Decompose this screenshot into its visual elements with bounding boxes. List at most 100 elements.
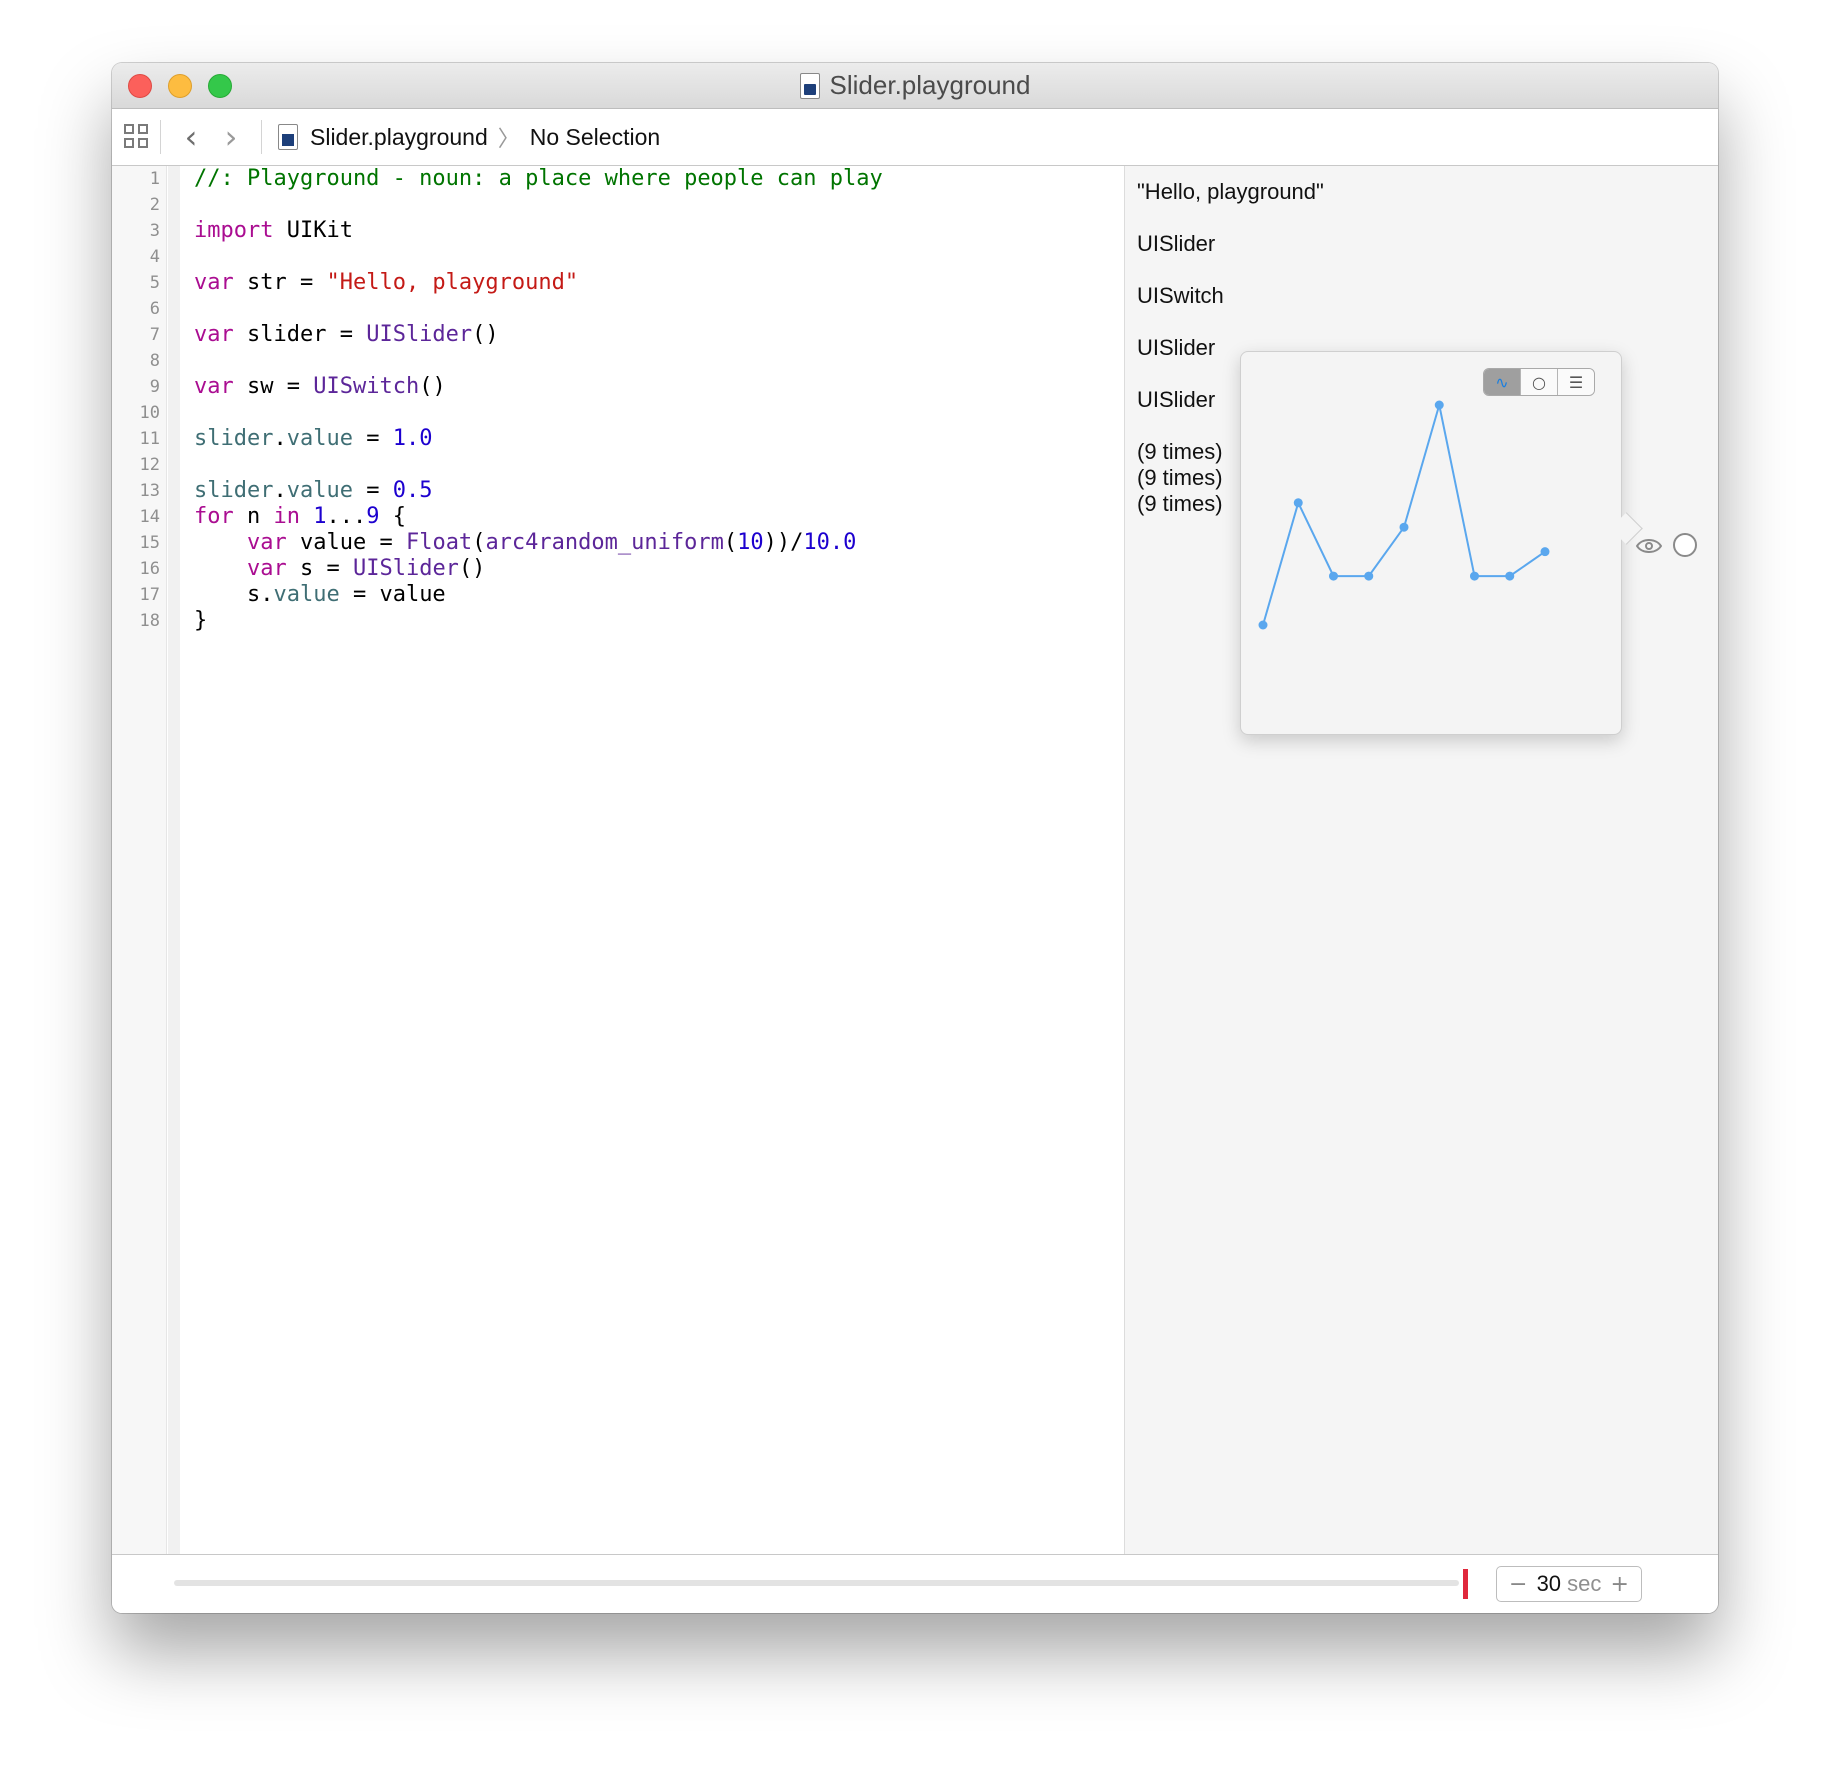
result-line-13[interactable]: UISlider (1137, 387, 1215, 413)
decrease-duration-button[interactable]: − (1509, 1572, 1527, 1597)
code-token: 1.0 (392, 426, 433, 451)
playground-file-icon (278, 124, 298, 150)
code-line[interactable]: //: Playground - noun: a place where peo… (194, 166, 1124, 192)
code-token: //: Playground - noun: a place where peo… (194, 166, 883, 191)
code-token: () (419, 374, 446, 399)
line-number: 13 (139, 481, 160, 501)
back-chevron-icon[interactable]: ‹ (171, 121, 211, 153)
code-token: 10.0 (803, 530, 857, 555)
code-token: . (273, 478, 287, 503)
divider (261, 120, 262, 154)
data-point[interactable] (1329, 571, 1338, 581)
code-token: = (352, 478, 393, 503)
data-point[interactable] (1540, 547, 1550, 557)
line-number: 15 (139, 533, 160, 553)
result-line-15[interactable]: (9 times) (1137, 439, 1223, 465)
result-line-5[interactable]: "Hello, playground" (1137, 179, 1324, 205)
code-token: ( (472, 530, 486, 555)
code-line[interactable]: var slider = UISlider() (194, 322, 1124, 348)
data-point[interactable] (1293, 498, 1303, 508)
duration-unit: sec (1567, 1571, 1602, 1596)
value-history-popover: ∿ ○ ☰ (1240, 351, 1622, 735)
code-token: var (194, 270, 234, 295)
result-line-16[interactable]: (9 times) (1137, 465, 1223, 491)
code-token: ( (723, 530, 738, 555)
related-items-grid-icon[interactable] (124, 124, 150, 150)
data-point[interactable] (1258, 620, 1268, 630)
divider (160, 120, 161, 154)
line-number-gutter: 1 2 3 4 5 6 7 8 9 10 11 12 13 14 15 16 17 18 (112, 166, 167, 1554)
code-token: s. (194, 582, 274, 607)
code-token: in (273, 504, 301, 529)
code-token: = (352, 426, 393, 451)
result-line-17[interactable]: (9 times) (1137, 491, 1223, 517)
playground-window: Slider.playground ‹ › Slider.playground … (112, 63, 1718, 1613)
code-token: str = (233, 270, 327, 295)
code-line[interactable] (194, 244, 1124, 270)
code-token: import (194, 218, 274, 243)
value-history-line-chart (1258, 400, 1550, 630)
source-editor[interactable]: 1 2 3 4 5 6 7 8 9 10 11 12 13 14 15 16 17 18 //: Playgrou… (112, 166, 1124, 1554)
line-number: 5 (149, 273, 160, 293)
duration-stepper[interactable]: − 30 sec + (1496, 1566, 1642, 1602)
code-line[interactable] (194, 400, 1124, 426)
timeline-track[interactable] (174, 1580, 1459, 1586)
data-point[interactable] (1399, 522, 1409, 532)
code-token: var (246, 556, 287, 581)
quick-look-eye-icon[interactable] (1636, 537, 1662, 555)
breadcrumb-file[interactable]: Slider.playground (310, 124, 488, 151)
code-token: ... (326, 504, 367, 529)
code-area[interactable]: //: Playground - noun: a place where peo… (194, 166, 1124, 634)
window-title: Slider.playground (829, 70, 1031, 100)
breadcrumb-selection[interactable]: No Selection (530, 124, 660, 151)
code-token: () (458, 556, 486, 581)
data-point[interactable] (1364, 571, 1374, 581)
code-token: { (379, 504, 406, 529)
data-point[interactable] (1505, 571, 1515, 581)
line-number: 17 (139, 585, 160, 605)
line-number: 7 (149, 325, 160, 345)
line-number: 16 (139, 559, 160, 579)
code-line[interactable]: slider.value = 1.0 (194, 426, 1124, 452)
playground-document-icon (799, 72, 820, 99)
data-point[interactable] (1434, 400, 1444, 410)
code-token: 0.5 (392, 478, 433, 503)
code-line[interactable]: s.value = value (194, 582, 1124, 608)
code-line[interactable] (194, 348, 1124, 374)
code-line[interactable] (194, 192, 1124, 218)
code-token: . (273, 426, 287, 451)
code-token: slider (194, 426, 274, 451)
code-line[interactable]: var sw = UISwitch() (194, 374, 1124, 400)
code-token: sw = (233, 374, 314, 399)
code-line[interactable]: var value = Float(arc4random_uniform(10)… (194, 530, 1124, 556)
jump-bar: ‹ › Slider.playground 〉 No Selection (112, 109, 1718, 166)
code-token: 9 (366, 504, 380, 529)
show-result-circle-button[interactable] (1673, 533, 1697, 557)
code-token: () (472, 322, 499, 347)
code-line[interactable] (194, 452, 1124, 478)
code-token: slider = (233, 322, 367, 347)
duration-value: 30 sec (1537, 1571, 1602, 1597)
code-token: "Hello, playground" (326, 270, 579, 295)
increase-duration-button[interactable]: + (1611, 1572, 1629, 1597)
code-line[interactable]: for n in 1...9 { (194, 504, 1124, 530)
result-line-11[interactable]: UISlider (1137, 335, 1215, 361)
code-line[interactable]: } (194, 608, 1124, 634)
timeline-scrubber[interactable] (1463, 1569, 1468, 1599)
code-token: value = (286, 530, 406, 555)
execution-bar: − 30 sec + (112, 1554, 1718, 1613)
code-line[interactable]: var s = UISlider() (194, 556, 1124, 582)
data-point[interactable] (1470, 571, 1479, 581)
result-line-7[interactable]: UISlider (1137, 231, 1215, 257)
line-number: 10 (139, 403, 160, 423)
code-line[interactable]: var str = "Hello, playground" (194, 270, 1124, 296)
code-line[interactable] (194, 296, 1124, 322)
code-line[interactable]: slider.value = 0.5 (194, 478, 1124, 504)
line-number: 4 (149, 247, 160, 267)
result-line-9[interactable]: UISwitch (1137, 283, 1224, 309)
forward-chevron-icon[interactable]: › (211, 121, 251, 153)
code-token: = value (339, 582, 446, 607)
series-line (1262, 404, 1546, 626)
code-line[interactable]: import UIKit (194, 218, 1124, 244)
